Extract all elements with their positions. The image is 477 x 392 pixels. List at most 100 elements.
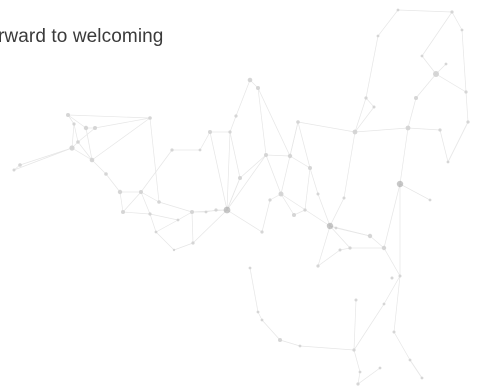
network-edge [67,114,151,119]
network-node [170,148,174,152]
network-node [464,90,468,94]
network-edge [335,227,371,237]
network-edge [71,147,93,161]
network-edge [353,303,385,351]
network-node [69,145,75,151]
network-edge [140,191,160,203]
network-edge [343,131,356,199]
network-edge [155,219,179,233]
network-node [367,233,373,239]
network-edge [71,123,75,149]
network-edges [13,9,469,385]
network-node [190,210,194,214]
network-edge [289,121,299,157]
network-node [316,192,320,196]
network-edge [399,183,431,201]
network-edge [77,141,93,161]
network-node [278,338,282,342]
network-edge [155,231,175,251]
network-node [198,148,202,152]
network-edge [354,127,409,133]
network-node [248,266,252,270]
network-node [382,302,386,306]
network-node [121,210,125,214]
network-node [338,248,342,252]
network-node [372,105,376,109]
network-node [72,122,76,126]
network-edge [280,193,295,216]
network-node [256,86,260,90]
network-node [223,206,231,214]
network-node [66,113,70,117]
network-node [348,246,352,250]
network-edge [421,11,453,57]
network-edge [447,121,469,163]
network-node [396,180,404,188]
network-node [438,128,442,132]
network-node [414,96,418,100]
network-node [296,120,300,124]
network-edge [265,154,282,195]
network-node [405,125,411,131]
network-edge [354,106,375,133]
network-edge [461,29,467,93]
network-edge [91,159,107,175]
network-graph-decoration [12,8,470,386]
network-edge [421,55,437,75]
network-edge [122,211,151,215]
network-node [444,62,448,66]
network-edge [297,121,311,169]
network-edge [149,213,157,233]
network-edge [354,97,367,133]
network-node [358,370,362,374]
network-node [378,366,382,370]
network-edge [140,191,151,215]
network-edge [226,131,231,211]
network-edge [435,73,467,93]
network-node [392,330,396,334]
network-edge [67,114,87,129]
network-edge [317,249,341,267]
network-node [450,10,454,14]
network-node [316,264,320,268]
network-node [352,129,358,135]
network-edge [229,131,241,179]
network-node [298,344,302,348]
network-node [260,318,264,322]
network-node [292,213,296,217]
network-node [446,160,450,164]
network-nodes [12,8,470,386]
network-edge [329,197,345,227]
network-edge [409,359,423,379]
network-node [326,222,334,230]
network-node [176,218,180,222]
network-edge [257,87,267,156]
network-edge [465,91,469,123]
network-node [428,198,432,202]
network-node [308,166,312,170]
network-edge [415,73,437,99]
network-edge [261,199,271,233]
network-node [287,153,293,159]
network-edge [353,349,361,373]
network-edge [365,97,375,108]
network-node [398,274,402,278]
network-node [354,298,358,302]
network-edge [13,147,73,171]
network-edge [377,9,399,37]
network-node [278,191,284,197]
network-node [256,310,260,314]
network-node [268,198,272,202]
network-edge [192,209,228,244]
network-node [148,212,152,216]
network-node [264,153,268,157]
network-edge [173,242,194,251]
network-edge [357,367,381,385]
network-node [420,54,424,58]
network-node [433,71,439,77]
network-edge [94,117,151,129]
network-edge [397,9,453,13]
network-edge [119,191,124,213]
network-edge [357,371,361,385]
network-edge [399,127,409,185]
